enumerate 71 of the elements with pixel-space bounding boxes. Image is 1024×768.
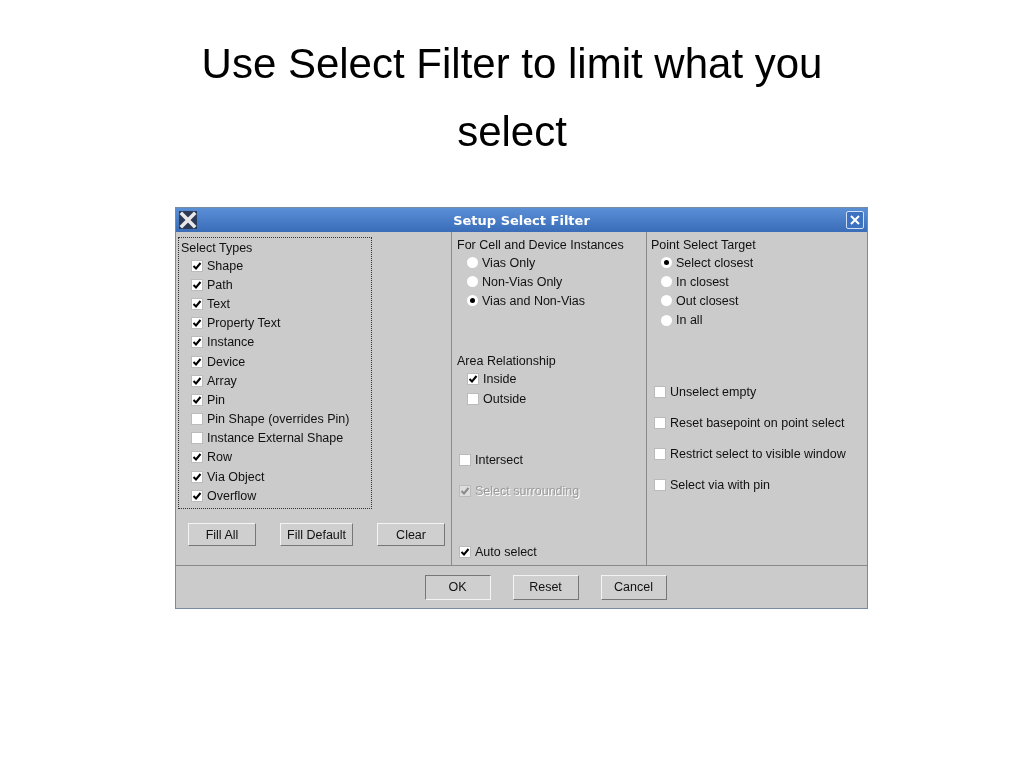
radio-button[interactable] <box>661 295 672 307</box>
checkbox[interactable] <box>191 297 203 310</box>
section-heading: Area Relationship <box>457 352 557 369</box>
checkbox[interactable] <box>191 336 203 349</box>
checkbox-label: Select via with pin <box>670 477 771 492</box>
radio-button[interactable] <box>661 276 672 288</box>
checkbox-label: Reset basepoint on point select <box>670 415 845 430</box>
checkbox[interactable] <box>191 355 203 368</box>
window-title: Setup Select Filter <box>452 212 591 228</box>
checkbox[interactable] <box>191 432 203 445</box>
checkbox-label: Shape <box>207 258 244 273</box>
checkbox-label: Instance External Shape <box>207 431 344 446</box>
checkbox[interactable] <box>654 447 666 460</box>
dialog-button[interactable]: OK <box>424 574 491 600</box>
checkbox-label: Pin <box>207 392 226 407</box>
slide-title: Use Select Filter to limit what you select <box>200 39 824 157</box>
checkbox[interactable] <box>191 317 203 330</box>
checkbox-label: Instance <box>207 335 255 350</box>
checkbox[interactable] <box>467 392 479 405</box>
dialog-button[interactable]: Fill Default <box>280 523 354 547</box>
dialog-button[interactable]: Clear <box>377 523 446 547</box>
radio-button[interactable] <box>467 257 478 269</box>
app-icon <box>179 211 197 229</box>
checkbox-label: Overflow <box>207 488 257 503</box>
section-heading: For Cell and Device Instances <box>457 237 625 253</box>
checkbox[interactable] <box>459 454 471 467</box>
close-icon <box>850 215 860 225</box>
checkbox-label: Restrict select to visible window <box>670 446 846 461</box>
checkbox[interactable] <box>191 278 203 291</box>
checkbox[interactable] <box>459 545 471 558</box>
radio-label: Vias Only <box>482 255 536 270</box>
radio-label: Out closest <box>676 293 739 308</box>
radio-label: Vias and Non-Vias <box>482 293 586 308</box>
checkbox-label: Array <box>207 373 237 388</box>
checkbox[interactable] <box>467 372 479 385</box>
checkbox-label: Via Object <box>207 469 265 484</box>
checkbox[interactable] <box>191 489 203 502</box>
dialog-button[interactable]: Fill All <box>188 523 256 547</box>
radio-button[interactable] <box>467 295 478 307</box>
checkbox[interactable] <box>191 259 203 272</box>
radio-label: In closest <box>676 274 729 289</box>
radio-label: Non-Vias Only <box>482 274 563 289</box>
checkbox-label: Intersect <box>475 453 523 468</box>
radio-button[interactable] <box>467 276 478 288</box>
checkbox-label: Path <box>207 277 233 292</box>
checkbox[interactable] <box>654 478 666 491</box>
checkbox[interactable] <box>191 470 203 483</box>
checkbox[interactable] <box>191 413 203 426</box>
checkbox-label: Auto select <box>475 544 537 559</box>
radio-label: In all <box>676 313 703 328</box>
checkbox[interactable] <box>191 451 203 464</box>
checkbox-label: Inside <box>483 371 517 386</box>
dialog-button[interactable]: Cancel <box>600 574 667 600</box>
checkbox-label: Outside <box>483 391 527 406</box>
checkbox[interactable] <box>191 374 203 387</box>
checkbox-label: Row <box>207 450 232 465</box>
checkbox-label: Device <box>207 354 246 369</box>
checkbox-label: Pin Shape (overrides Pin) <box>207 412 350 427</box>
checkbox-label: Property Text <box>207 316 281 331</box>
checkbox[interactable] <box>654 385 666 398</box>
checkbox[interactable] <box>191 393 203 406</box>
close-button[interactable] <box>846 211 864 229</box>
section-heading: Point Select Target <box>651 237 757 253</box>
group-heading: Select Types <box>181 240 254 256</box>
radio-button[interactable] <box>661 257 672 269</box>
checkbox-label: Unselect empty <box>670 384 757 399</box>
checkbox-label: Text <box>207 296 230 311</box>
radio-button[interactable] <box>661 314 672 326</box>
dialog-button[interactable]: Reset <box>512 574 579 600</box>
checkbox[interactable] <box>654 416 666 429</box>
radio-label: Select closest <box>676 255 754 270</box>
